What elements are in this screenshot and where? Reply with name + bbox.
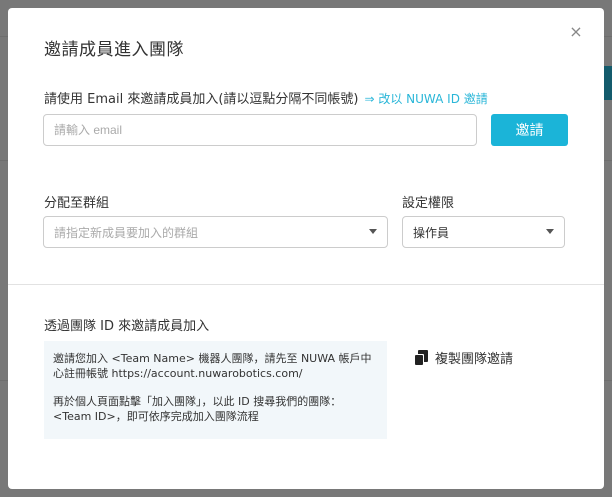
invite-message-line-2: 再於個人頁面點擊「加入團隊」，以此 ID 搜尋我們的團隊：<Team ID>，即… — [53, 395, 342, 423]
permission-selected-value: 操作員 — [413, 225, 450, 240]
chevron-down-icon — [546, 229, 554, 234]
invite-message-box: 邀請您加入 <Team Name> 機器人團隊，請先至 NUWA 帳戶中心註冊帳… — [44, 341, 387, 439]
group-select[interactable]: 請指定新成員要加入的群組 — [43, 216, 388, 248]
invite-members-modal: 邀請成員進入團隊 × 請使用 Email 來邀請成員加入(請以逗點分隔不同帳號)… — [8, 8, 604, 489]
team-id-label: 透過團隊 ID 來邀請成員加入 — [44, 319, 210, 334]
section-divider — [8, 284, 604, 285]
permission-label: 設定權限 — [402, 196, 455, 211]
group-label: 分配至群組 — [44, 196, 110, 211]
group-select-placeholder: 請指定新成員要加入的群組 — [54, 225, 199, 240]
chevron-down-icon — [369, 229, 377, 234]
switch-to-nuwa-id-link[interactable]: ⇒ 改以 NUWA ID 邀請 — [364, 92, 487, 106]
invite-message-line-1: 邀請您加入 <Team Name> 機器人團隊，請先至 NUWA 帳戶中心註冊帳… — [53, 352, 372, 380]
email-instructions: 請使用 Email 來邀請成員加入(請以逗點分隔不同帳號) ⇒ 改以 NUWA I… — [44, 88, 488, 107]
email-label-text: 請使用 Email 來邀請成員加入(請以逗點分隔不同帳號) — [44, 92, 359, 107]
permission-select[interactable]: 操作員 — [402, 216, 565, 248]
email-input[interactable] — [43, 114, 477, 146]
copy-icon — [414, 349, 428, 366]
modal-title: 邀請成員進入團隊 — [44, 40, 184, 60]
close-icon[interactable]: × — [568, 24, 584, 40]
copy-team-invite-label: 複製團隊邀請 — [435, 352, 514, 367]
invite-button[interactable]: 邀請 — [491, 114, 568, 146]
copy-team-invite-button[interactable]: 複製團隊邀請 — [414, 348, 513, 367]
